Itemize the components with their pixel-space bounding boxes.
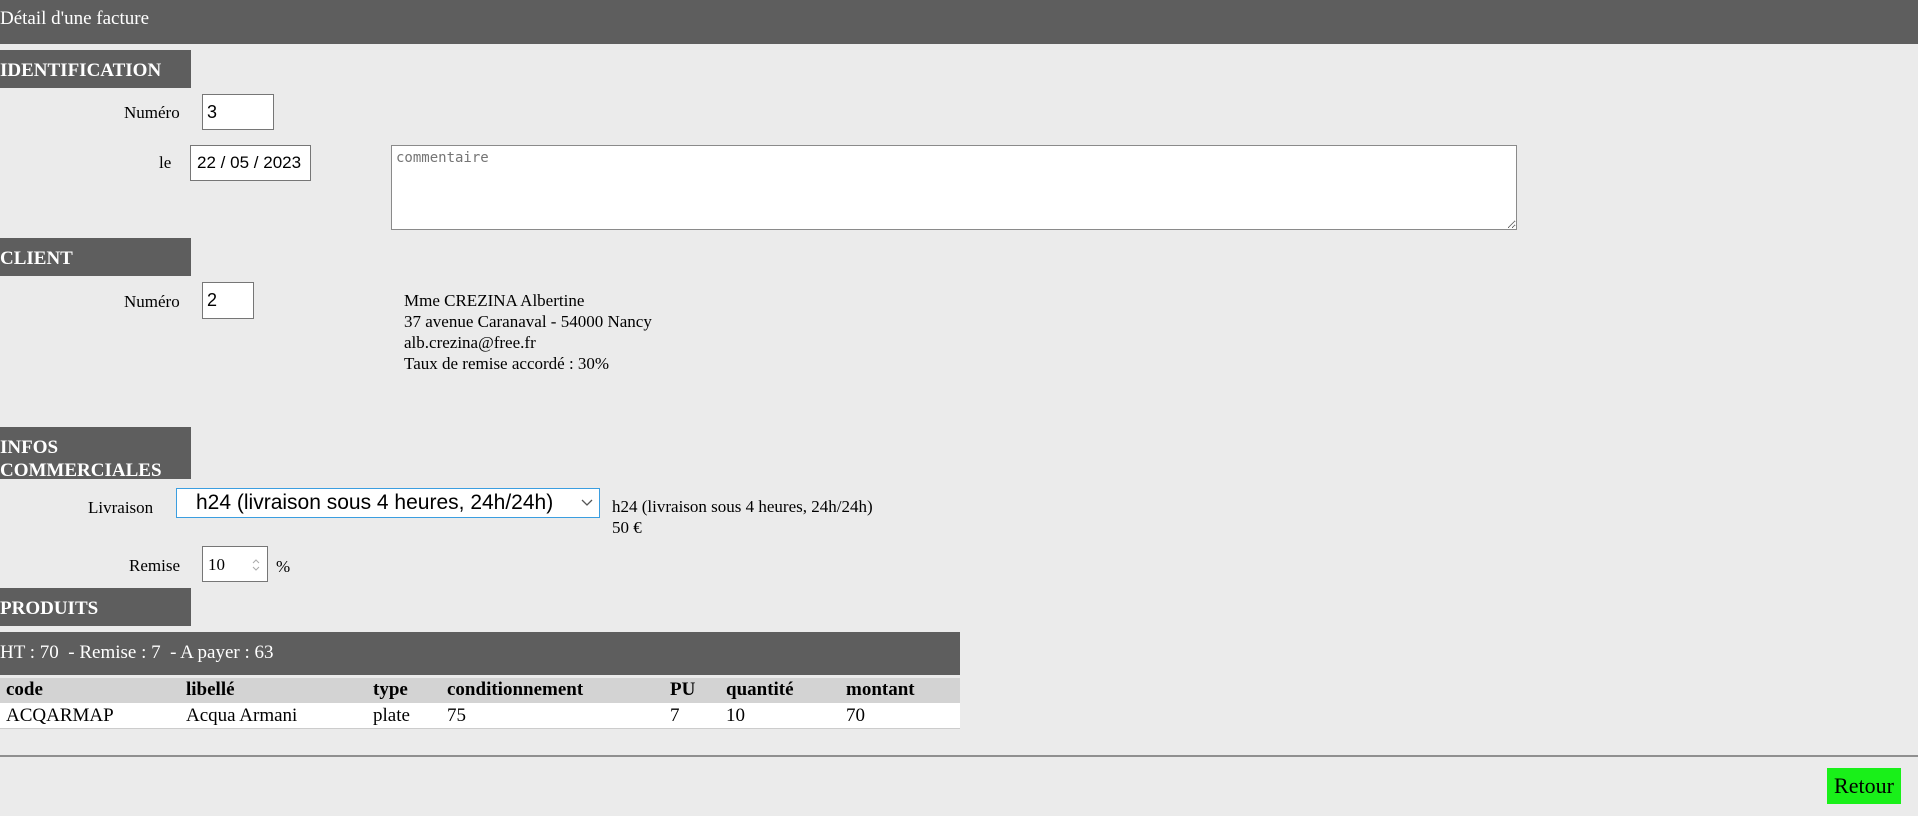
column-header: quantité <box>726 679 794 700</box>
spinner-icon[interactable] <box>251 557 261 573</box>
date-year: 2023 <box>263 153 302 172</box>
client-address: 37 avenue Caranaval - 54000 Nancy <box>404 312 652 331</box>
page-header: Détail d'une facture <box>0 0 1918 44</box>
retour-button[interactable]: Retour <box>1827 768 1901 804</box>
client-info: Mme CREZINA Albertine 37 avenue Caranava… <box>404 290 652 374</box>
column-header: conditionnement <box>447 679 584 700</box>
chevron-down-icon <box>581 499 593 506</box>
commentaire-textarea[interactable] <box>391 145 1517 230</box>
date-month: 05 <box>230 153 250 172</box>
section-title-line1: INFOS <box>0 437 59 458</box>
column-header: montant <box>846 679 915 700</box>
table-cell: 10 <box>726 705 745 726</box>
table-cell: 75 <box>447 705 466 726</box>
livraison-selected-value: h24 (livraison sous 4 heures, 24h/24h) <box>196 491 554 514</box>
client-name: Mme CREZINA Albertine <box>404 291 585 310</box>
livraison-select[interactable]: h24 (livraison sous 4 heures, 24h/24h) <box>176 488 600 518</box>
totals-text: HT : 70 - Remise : 7 - A payer : 63 <box>0 642 274 663</box>
column-header: type <box>373 679 408 700</box>
remise-value: 10 <box>208 555 225 574</box>
section-infos-commerciales: INFOS COMMERCIALES <box>0 427 191 481</box>
table-cell: plate <box>373 705 410 726</box>
table-row: ACQARMAP Acqua Armani plate 75 7 10 70 <box>0 703 960 729</box>
livraison-description: h24 (livraison sous 4 heures, 24h/24h) <box>612 497 873 516</box>
section-title: CLIENT <box>0 248 73 269</box>
client-number-input[interactable] <box>202 282 254 319</box>
section-title: IDENTIFICATION <box>0 60 162 81</box>
footer-divider <box>0 755 1918 757</box>
table-cell: ACQARMAP <box>6 705 114 726</box>
date-sep: / <box>253 153 259 172</box>
client-email: alb.crezina@free.fr <box>404 333 536 352</box>
section-client: CLIENT <box>0 238 191 276</box>
table-cell: Acqua Armani <box>186 705 298 726</box>
column-header: PU <box>670 679 696 700</box>
totals-bar: HT : 70 - Remise : 7 - A payer : 63 <box>0 632 960 675</box>
table-cell: 7 <box>670 705 680 726</box>
invoice-number-input[interactable] <box>202 94 274 130</box>
column-header: code <box>6 679 43 700</box>
section-produits: PRODUITS <box>0 588 191 626</box>
table-cell: 70 <box>846 705 865 726</box>
table-header: code libellé type conditionnement PU qua… <box>0 678 960 703</box>
page-title: Détail d'une facture <box>0 8 150 29</box>
date-label: le <box>159 153 172 172</box>
client-number-label: Numéro <box>124 292 180 311</box>
invoice-number-label: Numéro <box>124 103 180 122</box>
column-header: libellé <box>186 679 235 700</box>
livraison-info: h24 (livraison sous 4 heures, 24h/24h) 5… <box>612 496 873 538</box>
remise-unit: % <box>276 557 291 576</box>
section-title: PRODUITS <box>0 598 99 619</box>
livraison-label: Livraison <box>88 498 154 517</box>
section-identification: IDENTIFICATION <box>0 50 191 88</box>
remise-input[interactable]: 10 <box>202 546 268 582</box>
livraison-price: 50 € <box>612 518 642 537</box>
date-day: 22 <box>197 153 216 172</box>
remise-label: Remise <box>129 556 180 575</box>
invoice-date-input[interactable]: 22 / 05 / 2023 <box>190 145 311 181</box>
date-sep: / <box>220 153 226 172</box>
section-title-line2: COMMERCIALES <box>0 460 162 481</box>
client-discount-rate: Taux de remise accordé : 30% <box>404 354 610 373</box>
